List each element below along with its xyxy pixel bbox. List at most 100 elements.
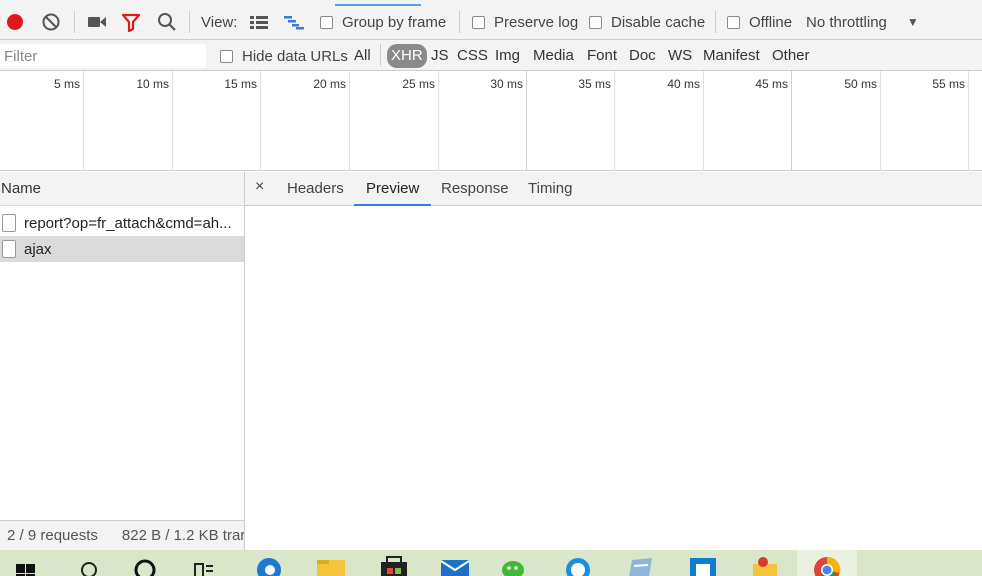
notepad-icon[interactable] (626, 556, 652, 576)
document-icon (2, 214, 16, 232)
filter-type-xhr[interactable]: XHR (387, 44, 427, 68)
filter-type-manifest[interactable]: Manifest (703, 44, 760, 68)
hide-data-urls-label: Hide data URLs (242, 47, 348, 65)
timeline-tick-label: 50 ms (844, 77, 877, 91)
toolbar-divider (715, 11, 716, 33)
edge-icon[interactable] (256, 556, 282, 576)
filter-type-ws[interactable]: WS (668, 44, 692, 68)
timeline-tick-label: 15 ms (224, 77, 257, 91)
filter-input[interactable] (0, 44, 206, 68)
store-icon[interactable] (379, 556, 407, 576)
filter-bar: Hide data URLs All XHR JS CSS Img Media … (0, 40, 982, 71)
timeline-gridline (260, 71, 261, 171)
filter-type-doc[interactable]: Doc (629, 44, 656, 68)
search-button[interactable] (157, 10, 177, 34)
request-name: report?op=fr_attach&cmd=ah... (24, 214, 232, 232)
disable-cache-option[interactable]: Disable cache (589, 10, 705, 34)
toolbar-divider (74, 11, 75, 33)
timeline-tick-label: 5 ms (53, 77, 80, 91)
group-by-frame-checkbox[interactable] (320, 15, 333, 29)
disable-cache-label: Disable cache (611, 13, 706, 31)
mail-icon[interactable] (440, 556, 470, 576)
tab-response[interactable]: Response (441, 172, 509, 206)
windows-taskbar (0, 550, 982, 576)
timeline-tick-label: 55 ms (932, 77, 965, 91)
cortana-icon[interactable] (133, 556, 159, 576)
active-panel-indicator (335, 4, 421, 6)
filter-divider (380, 44, 381, 66)
offline-label: Offline (749, 13, 793, 31)
clear-icon (42, 13, 60, 31)
windows-start-icon[interactable] (14, 556, 40, 576)
hide-data-urls-option[interactable]: Hide data URLs (220, 44, 348, 68)
screenshot-button[interactable] (87, 10, 107, 34)
task-view-icon[interactable] (193, 556, 219, 576)
group-by-frame-option[interactable]: Group by frame (320, 10, 446, 34)
name-column-header[interactable]: Name (0, 172, 244, 206)
request-detail-pane: × Headers Preview Response Timing (245, 172, 982, 550)
large-rows-button[interactable] (249, 10, 269, 34)
funnel-icon (121, 13, 141, 32)
request-row-ajax[interactable]: ajax (0, 236, 244, 262)
timeline-gridline (526, 71, 527, 171)
folder-app-icon[interactable] (751, 556, 777, 576)
network-toolbar: View: Group by frame Preserve log Disabl… (0, 0, 982, 40)
filter-type-other[interactable]: Other (772, 44, 810, 68)
clear-button[interactable] (41, 10, 61, 34)
filter-type-all[interactable]: All (354, 44, 371, 68)
timeline-gridline (968, 71, 969, 171)
close-icon[interactable]: × (255, 178, 264, 196)
search-icon[interactable] (78, 556, 104, 576)
overview-button[interactable] (283, 10, 305, 34)
preserve-log-option[interactable]: Preserve log (472, 10, 578, 34)
preserve-log-checkbox[interactable] (472, 15, 485, 29)
filter-type-media[interactable]: Media (533, 44, 574, 68)
toolbar-divider (459, 11, 460, 33)
search-icon (158, 13, 176, 31)
filter-type-img[interactable]: Img (495, 44, 520, 68)
record-button[interactable] (6, 10, 24, 34)
dropdown-caret-icon: ▼ (906, 15, 919, 29)
tab-timing[interactable]: Timing (528, 172, 572, 206)
timeline-tick-label: 10 ms (136, 77, 169, 91)
timeline-gridline (703, 71, 704, 171)
throttling-value: No throttling (806, 13, 887, 31)
timeline-tick-label: 40 ms (667, 77, 700, 91)
timeline-tick-label: 45 ms (755, 77, 788, 91)
timeline-gridline (172, 71, 173, 171)
file-explorer-icon[interactable] (316, 556, 345, 576)
view-label-wrap: View: (201, 10, 237, 34)
list-view-icon (250, 16, 268, 29)
network-status-bar: 2 / 9 requests 822 B / 1.2 KB trar (0, 520, 244, 550)
throttling-select[interactable]: No throttling ▼ (806, 10, 919, 34)
timeline-tick-label: 20 ms (313, 77, 346, 91)
offline-option[interactable]: Offline (727, 10, 792, 34)
group-by-frame-label: Group by frame (342, 13, 447, 31)
waterfall-icon (284, 16, 304, 30)
video-camera-icon (88, 17, 106, 27)
timeline-gridline (83, 71, 84, 171)
detail-tab-bar: × Headers Preview Response Timing (245, 172, 982, 206)
request-row-report[interactable]: report?op=fr_attach&cmd=ah... (0, 210, 244, 236)
chrome-icon[interactable] (813, 556, 841, 576)
request-list: Name report?op=fr_attach&cmd=ah... ajax … (0, 172, 245, 550)
app-icon[interactable] (689, 556, 716, 576)
tab-preview[interactable]: Preview (354, 172, 432, 206)
transfer-size: 822 B / 1.2 KB trar (121, 527, 244, 544)
qq-icon[interactable] (564, 556, 590, 576)
filter-type-font[interactable]: Font (587, 44, 617, 68)
filter-type-css[interactable]: CSS (457, 44, 488, 68)
disable-cache-checkbox[interactable] (589, 15, 602, 29)
offline-checkbox[interactable] (727, 15, 740, 29)
timeline-tick-label: 35 ms (578, 77, 611, 91)
filter-type-js[interactable]: JS (431, 44, 449, 68)
tab-headers[interactable]: Headers (287, 172, 344, 206)
filter-toggle-button[interactable] (121, 10, 141, 34)
document-icon (2, 240, 16, 258)
wechat-icon[interactable] (500, 556, 526, 576)
network-overview-timeline[interactable]: 5 ms 10 ms 15 ms 20 ms 25 ms 30 ms 35 ms… (0, 71, 982, 171)
hide-data-urls-checkbox[interactable] (220, 49, 233, 63)
request-count: 2 / 9 requests (7, 527, 98, 544)
record-icon (7, 14, 23, 30)
preserve-log-label: Preserve log (494, 13, 579, 31)
